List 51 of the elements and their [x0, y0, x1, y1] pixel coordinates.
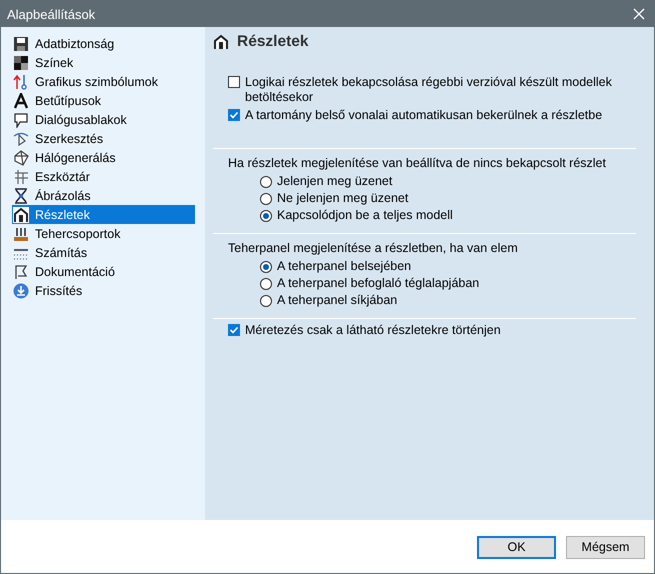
radio-button[interactable]	[260, 210, 272, 222]
checkbox[interactable]	[228, 109, 240, 121]
option-label: A teherpanel síkjában	[277, 293, 398, 308]
option-label: Méretezés csak a látható részletekre történjen	[245, 323, 501, 338]
speech-bubble-icon	[13, 112, 29, 128]
sidebar-item[interactable]: Részletek	[12, 205, 195, 224]
window-title: Alapbeállítások	[7, 6, 96, 22]
sidebar-item[interactable]: Dokumentáció	[12, 262, 195, 281]
radio-button[interactable]	[260, 192, 272, 204]
option-label: A tartomány belső vonalai automatikusan bekerülnek a részletbe	[245, 108, 602, 123]
detail-house-icon	[13, 206, 29, 222]
option-label: Logikai részletek bekapcsolása régebbi verzióval készült modellek betöltésekor	[245, 75, 613, 105]
mesh-icon	[13, 150, 29, 166]
cancel-button[interactable]: Mégsem	[566, 536, 645, 558]
option-label: Jelenjen meg üzenet	[277, 174, 392, 189]
option-label: A teherpanel belsejében	[277, 259, 412, 274]
load-groups-icon	[13, 226, 29, 242]
close-icon[interactable]	[632, 7, 646, 21]
radio-button[interactable]	[260, 176, 272, 188]
download-circle-icon	[13, 282, 29, 298]
sidebar-item[interactable]: Adatbiztonság	[12, 34, 195, 53]
checkbox[interactable]	[228, 324, 240, 336]
sidebar-item[interactable]: Színek	[12, 53, 195, 72]
document-flags-icon	[13, 264, 29, 280]
sidebar-item[interactable]: Ábrázolás	[12, 186, 195, 205]
panel-title: Részletek	[237, 33, 309, 51]
grid-toolbar-icon	[13, 168, 29, 184]
sidebar-item[interactable]: Betűtípusok	[12, 91, 195, 110]
ok-button[interactable]: OK	[477, 536, 556, 558]
sidebar-item[interactable]: Eszköztár	[12, 167, 195, 186]
sidebar-item[interactable]: Grafikus szimbólumok	[12, 72, 195, 91]
sidebar-item[interactable]: Hálógenerálás	[12, 148, 195, 167]
edit-cursor-icon	[13, 130, 29, 146]
detail-house-icon	[213, 34, 229, 50]
sidebar-item[interactable]: Dialógusablakok	[12, 110, 195, 129]
option-label: A teherpanel befoglaló téglalapjában	[277, 276, 480, 291]
checkbox[interactable]	[228, 76, 240, 88]
sidebar-item[interactable]: Frissítés	[12, 281, 195, 300]
letter-a-icon	[13, 92, 29, 108]
group-label: Ha részletek megjelenítése van beállítva de nincs bekapcsolt részlet	[228, 156, 607, 170]
option-label: Kapcsolódjon be a teljes modell	[277, 208, 453, 223]
sidebar-item[interactable]: Tehercsoportok	[12, 224, 195, 243]
sidebar-item[interactable]: Számítás	[12, 243, 195, 262]
radio-button[interactable]	[260, 278, 272, 290]
radio-button[interactable]	[260, 260, 272, 272]
radio-button[interactable]	[260, 294, 272, 306]
group-label: Teherpanel megjelenítése a részletben, ha van elem	[228, 241, 519, 255]
sidebar-item[interactable]: Szerkesztés	[12, 129, 195, 148]
arrow-symbols-icon	[13, 74, 29, 90]
option-label: Ne jelenjen meg üzenet	[277, 191, 408, 206]
color-squares-icon	[13, 54, 29, 70]
